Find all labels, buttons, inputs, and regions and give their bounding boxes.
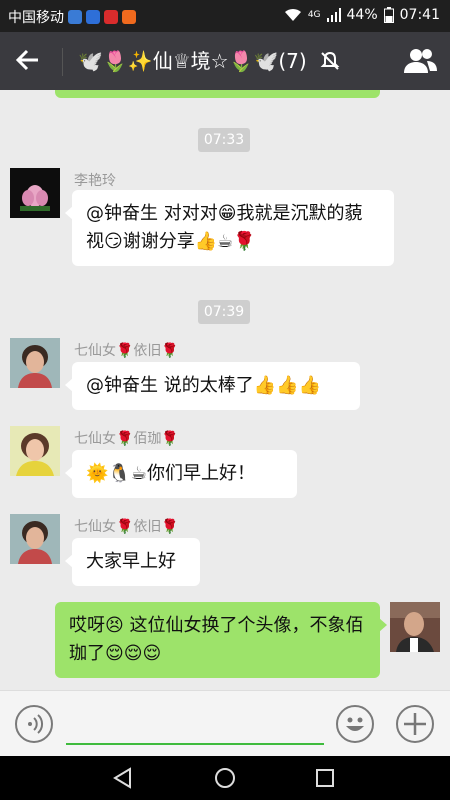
avatar[interactable]	[10, 514, 60, 564]
back-arrow-icon	[15, 49, 38, 71]
battery-percent: 44%	[346, 7, 378, 23]
header-divider	[62, 48, 63, 76]
message-input[interactable]	[66, 743, 324, 745]
avatar[interactable]	[10, 426, 60, 476]
wifi-icon	[284, 8, 301, 21]
back-button[interactable]	[14, 46, 48, 76]
timestamp: 07:33	[198, 128, 250, 152]
lotus-avatar-image	[10, 168, 60, 218]
smiley-icon	[346, 717, 364, 731]
emoji-button[interactable]	[336, 705, 374, 743]
chat-title: 🕊️🌷✨仙♕境☆🌷🕊️(7)	[78, 46, 341, 76]
more-functions-button[interactable]	[396, 705, 434, 743]
group-name: 🕊️🌷✨仙♕境☆🌷🕊️(7)	[78, 49, 307, 73]
sender-name: 七仙女🌹依旧🌹	[74, 343, 179, 359]
woman-avatar-image	[10, 426, 60, 476]
man-avatar-image	[390, 602, 440, 652]
message-list[interactable]: 07:33 李艳玲 @钟奋生 对对对😁我就是沉默的藐视😏谢谢分享👍☕🌹 07:3…	[0, 90, 450, 690]
signal-icon	[326, 8, 341, 22]
status-bar: 中国移动 4G 44% 07:41	[0, 0, 450, 32]
input-bar	[0, 690, 450, 756]
my-avatar[interactable]	[390, 602, 440, 652]
system-navigation-bar	[0, 756, 450, 800]
sender-name: 李艳玲	[74, 173, 116, 189]
avatar[interactable]	[10, 168, 60, 218]
my-message-bubble[interactable]: 哎呀😣 这位仙女换了个头像，不象佰珈了😌😌😌	[55, 602, 387, 678]
clock: 07:41	[399, 7, 440, 23]
plus-icon	[404, 713, 426, 735]
avatar[interactable]	[10, 338, 60, 388]
sender-name: 七仙女🌹依旧🌹	[74, 519, 179, 535]
timestamp: 07:39	[198, 300, 250, 324]
message-bubble[interactable]: @钟奋生 对对对😁我就是沉默的藐视😏谢谢分享👍☕🌹	[65, 190, 394, 266]
network-type-label: 4G	[307, 10, 321, 20]
woman-avatar-image	[10, 338, 60, 388]
carrier-label: 中国移动	[8, 10, 64, 26]
app-notification-icon	[68, 10, 82, 24]
nav-recents-icon[interactable]	[312, 766, 338, 790]
mute-icon	[320, 51, 340, 70]
partial-message-bubble	[55, 90, 380, 98]
voice-toggle-button[interactable]	[15, 705, 53, 743]
message-bubble[interactable]: 大家早上好	[65, 538, 200, 586]
nav-home-icon[interactable]	[212, 766, 238, 790]
voice-icon	[28, 714, 44, 734]
baidu-notification-icon	[86, 10, 100, 24]
group-members-button[interactable]	[402, 46, 438, 76]
toutiao-notification-icon	[104, 10, 118, 24]
nav-back-icon[interactable]	[110, 766, 136, 790]
video-notification-icon	[122, 10, 136, 24]
woman-avatar-image	[10, 514, 60, 564]
sender-name: 七仙女🌹佰珈🌹	[74, 431, 179, 447]
message-bubble[interactable]: 🌞🐧☕你们早上好！	[65, 450, 297, 498]
battery-icon	[383, 7, 394, 23]
chat-header: 🕊️🌷✨仙♕境☆🌷🕊️(7)	[0, 32, 450, 90]
group-members-icon	[404, 49, 437, 73]
message-bubble[interactable]: @钟奋生 说的太棒了👍👍👍	[65, 362, 360, 410]
